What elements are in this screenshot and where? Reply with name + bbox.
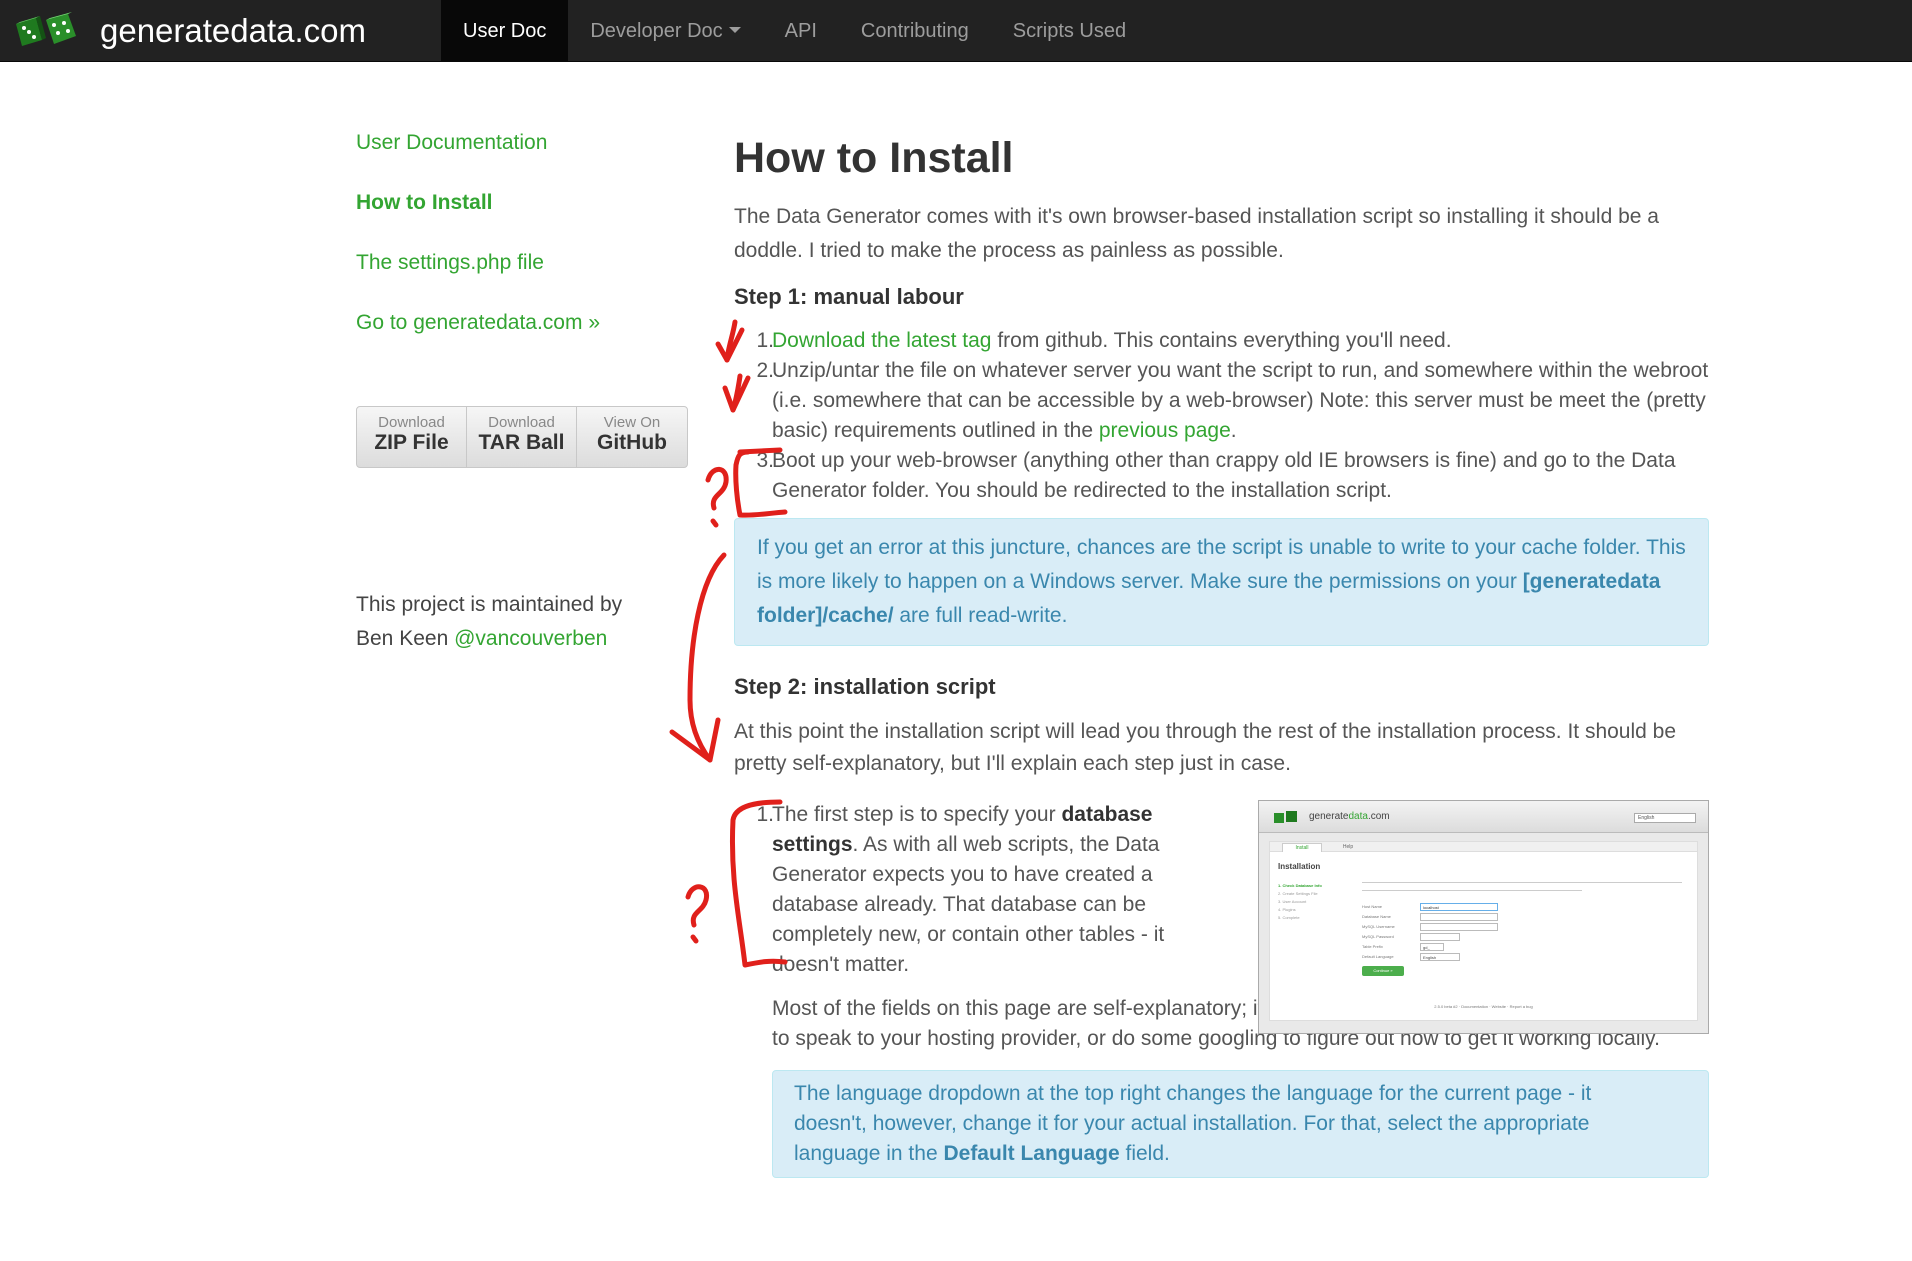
download-tar-small: Download [488, 414, 555, 431]
maintainer-prefix: This project is maintained by [356, 593, 623, 616]
screenshot-input-user [1420, 923, 1498, 931]
screenshot-input-language: English [1420, 953, 1460, 961]
screenshot-language-value: English [1638, 815, 1655, 821]
language-info-alert: The language dropdown at the top right c… [772, 1070, 1709, 1178]
maintainer-handle-link[interactable]: @vancouverben [454, 627, 607, 650]
nav-label: Contributing [860, 20, 969, 42]
sidebar-link-user-documentation[interactable]: User Documentation [356, 130, 696, 156]
screenshot-step: 5. Complete [1278, 915, 1300, 920]
screenshot-text-line [1362, 882, 1682, 883]
step2-intro: At this point the installation script wi… [734, 720, 1677, 775]
sidebar: User Documentation How to Install The se… [356, 130, 696, 650]
brand-name: generatedata.com [100, 12, 367, 49]
intro-paragraph: The Data Generator comes with it's own b… [734, 205, 1659, 262]
screenshot-text-line [1362, 890, 1582, 891]
step1-list: 1. Download the latest tag from github. … [734, 326, 1709, 506]
nav-api[interactable]: API [763, 0, 839, 62]
previous-page-link[interactable]: previous page [1099, 419, 1231, 442]
down-arrow-head [669, 717, 721, 763]
list-text-end: . [1230, 419, 1237, 442]
screenshot-tab-help: Help [1342, 844, 1354, 850]
alert-bold-field: Default Language [943, 1142, 1120, 1165]
screenshot-tab-install: Install [1282, 843, 1322, 852]
screenshot-brand-suffix: .com [1367, 811, 1390, 822]
download-zip-label: ZIP File [374, 431, 449, 454]
installer-screenshot-image: generatedata.com English Install Help In… [1258, 800, 1709, 1034]
nav-label: Developer Doc [590, 20, 723, 42]
question-mark-1 [705, 466, 729, 511]
screenshot-footer: 2.5.0 beta #2 · Documentation · Website … [1434, 1004, 1533, 1009]
screenshot-brand-prefix: generate [1309, 811, 1349, 822]
view-github-small: View On [603, 414, 661, 431]
screenshot-language-select: English [1634, 813, 1696, 823]
view-github-button[interactable]: View On GitHub [577, 407, 687, 467]
sidebar-link-go-to-site[interactable]: Go to generatedata.com » [356, 310, 696, 336]
screenshot-input-prefix: gd_ [1420, 943, 1444, 951]
caret-down-icon [728, 27, 741, 34]
nav-contributing[interactable]: Contributing [839, 0, 991, 62]
question-mark-2 [685, 884, 710, 928]
alert-text-end: are full read-write. [893, 604, 1068, 627]
list-text: Unzip/untar the file on whatever server … [772, 359, 1709, 442]
download-latest-tag-link[interactable]: Download the latest tag [772, 329, 991, 352]
screenshot-input-host: localhost [1420, 903, 1498, 911]
main-content: How to Install The Data Generator comes … [734, 130, 1709, 1178]
nav-user-doc[interactable]: User Doc [441, 0, 569, 62]
screenshot-tabs: Install Help [1270, 842, 1697, 852]
screenshot-step: 4. Plugins [1278, 907, 1296, 912]
download-zip-small: Download [378, 414, 445, 431]
download-tar-button[interactable]: Download TAR Ball [467, 407, 577, 467]
list-item: 2. Unzip/untar the file on whatever serv… [734, 356, 1709, 446]
list-item: 3. Boot up your web-browser (anything ot… [734, 446, 1709, 506]
download-button-group: Download ZIP File Download TAR Ball View… [356, 406, 688, 468]
screenshot-heading: Installation [1278, 862, 1321, 871]
list-number: 1. [756, 803, 774, 826]
nav-developer-doc[interactable]: Developer Doc [568, 0, 762, 62]
sidebar-link-how-to-install[interactable]: How to Install [356, 190, 696, 216]
screenshot-step: 3. User Account [1278, 899, 1307, 904]
dice-logo-icon [12, 10, 78, 52]
list-number: 1. [756, 329, 774, 352]
main-nav: User Doc Developer Doc API Contributing … [441, 0, 1148, 62]
cache-warning-alert: If you get an error at this juncture, ch… [734, 518, 1709, 646]
maintainer-name: Ben Keen [356, 627, 449, 650]
nav-label: API [784, 20, 817, 42]
nav-label: User Doc [463, 20, 547, 42]
nav-label: Scripts Used [1012, 20, 1127, 42]
down-arrow-line [687, 552, 727, 763]
screenshot-steps: 1. Check Database Info 2. Create Setting… [1278, 882, 1346, 922]
list-text: from github. This contains everything yo… [991, 329, 1452, 352]
top-navbar: generatedata.com User Doc Developer Doc … [0, 0, 1912, 62]
screenshot-input-db [1420, 913, 1498, 921]
alert-text: The language dropdown at the top right c… [794, 1082, 1592, 1165]
maintainer-note: This project is maintained by Ben Keen @… [356, 588, 656, 656]
screenshot-body: Install Help Installation 1. Check Datab… [1269, 841, 1698, 1021]
sidebar-link-settings-file[interactable]: The settings.php file [356, 250, 696, 276]
alert-text-end: field. [1119, 1142, 1170, 1165]
screenshot-input-pass [1420, 933, 1460, 941]
step2-heading: Step 2: installation script [734, 674, 996, 699]
screenshot-brand: generatedata.com [1309, 811, 1390, 822]
screenshot-continue-button: Continue » [1362, 966, 1404, 976]
list-number: 3. [756, 449, 774, 472]
step2-section: generatedata.com English Install Help In… [734, 790, 1709, 1178]
list-text: The first step is to specify your [772, 803, 1062, 826]
page-title: How to Install [734, 134, 1014, 182]
screenshot-dice-icon [1274, 811, 1297, 823]
list-number: 2. [756, 359, 774, 382]
list-text: Boot up your web-browser (anything other… [772, 449, 1676, 502]
list-item: 1. Download the latest tag from github. … [734, 326, 1709, 356]
screenshot-brand-accent: data [1348, 811, 1368, 822]
brand[interactable]: generatedata.com [12, 10, 366, 52]
download-tar-label: TAR Ball [478, 431, 565, 454]
download-zip-button[interactable]: Download ZIP File [357, 407, 467, 467]
screenshot-step: 1. Check Database Info [1278, 883, 1322, 888]
screenshot-header: generatedata.com English [1259, 801, 1708, 833]
step1-heading: Step 1: manual labour [734, 284, 964, 309]
nav-scripts-used[interactable]: Scripts Used [991, 0, 1148, 62]
list-item: 1. The first step is to specify your dat… [734, 800, 1174, 980]
screenshot-step: 2. Create Settings File [1278, 891, 1318, 896]
view-github-label: GitHub [597, 431, 667, 454]
